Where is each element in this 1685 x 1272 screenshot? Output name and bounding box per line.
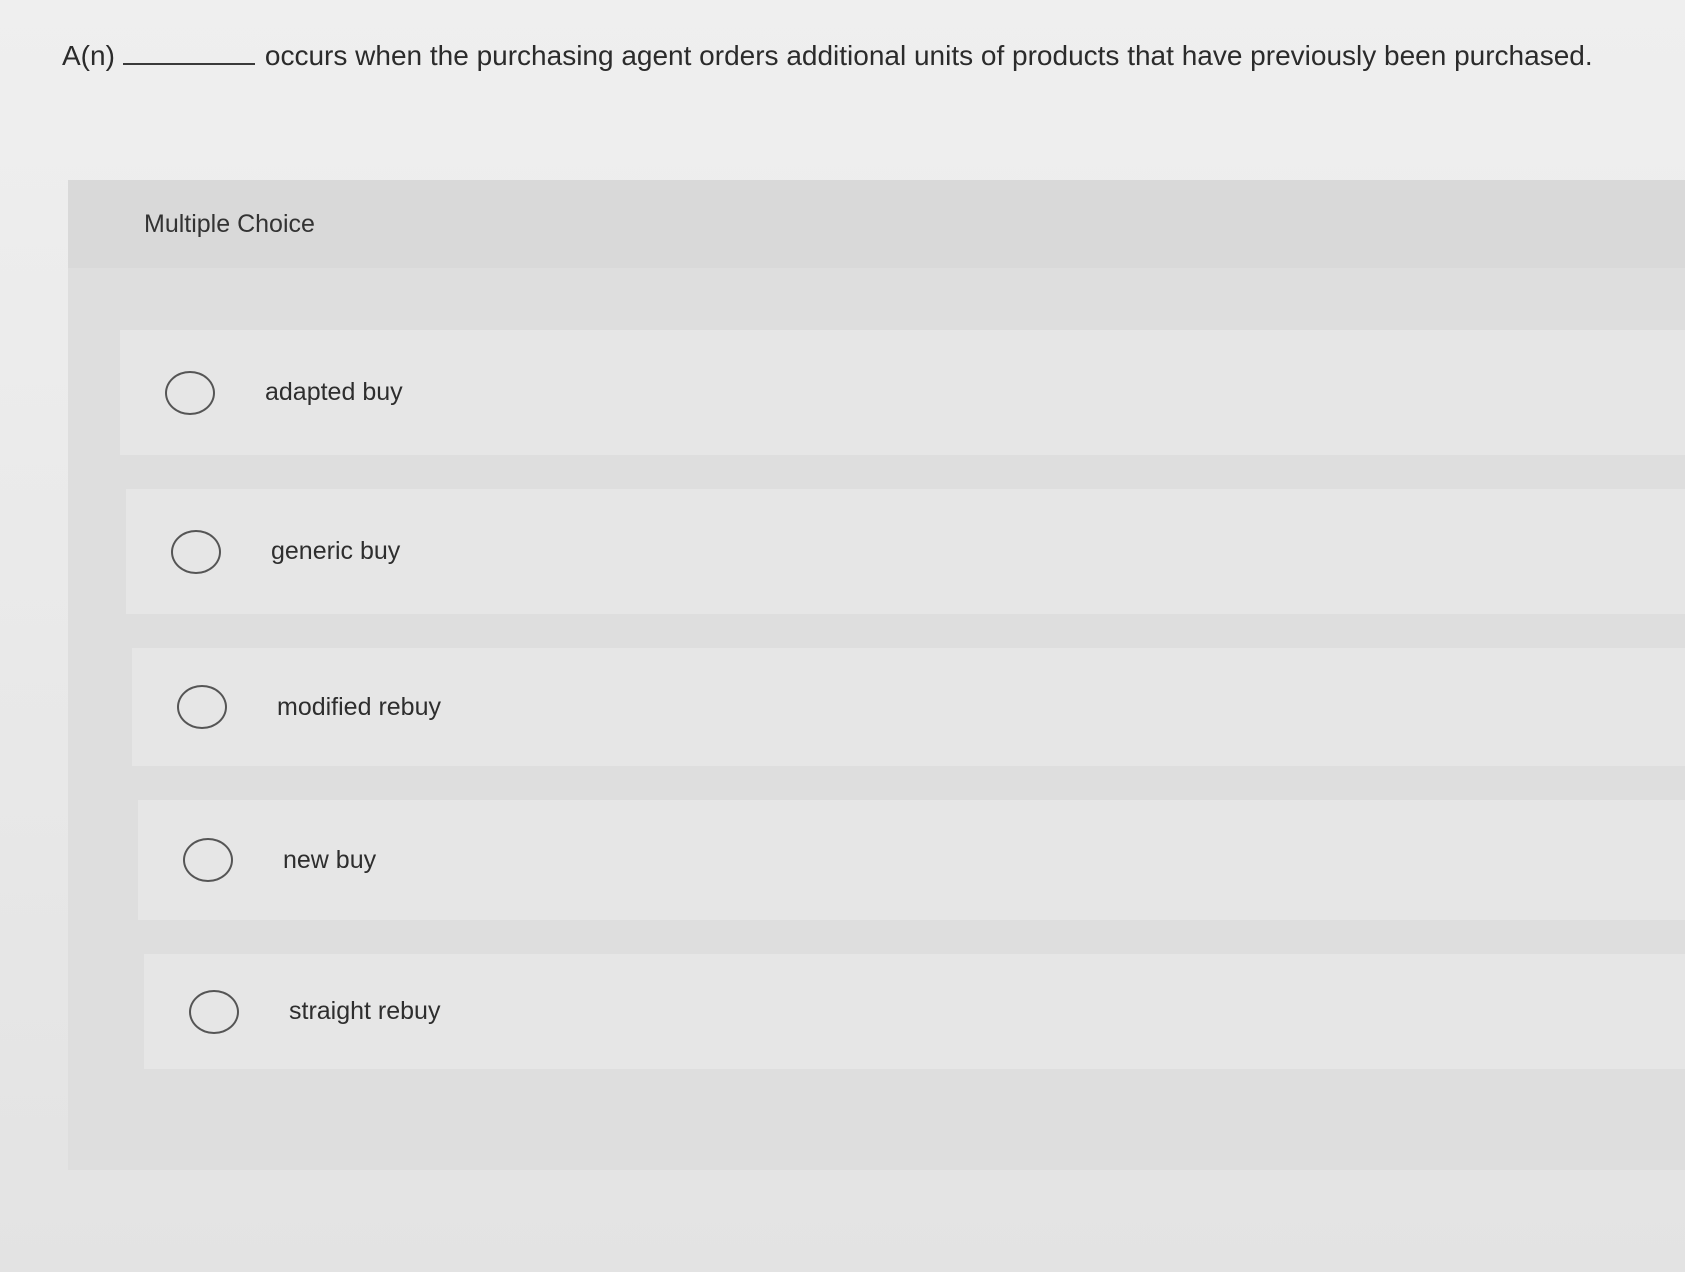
question-prefix: A(n) (62, 40, 115, 71)
option-modified-rebuy[interactable]: modified rebuy (132, 648, 1685, 766)
question-text: occurs when the purchasing agent orders … (264, 40, 1593, 71)
option-straight-rebuy[interactable]: straight rebuy (144, 954, 1685, 1069)
multiple-choice-panel: Multiple Choice adapted buy generic buy … (68, 180, 1685, 1170)
option-label: straight rebuy (289, 997, 441, 1025)
option-adapted-buy[interactable]: adapted buy (120, 330, 1685, 455)
radio-button[interactable] (171, 529, 221, 574)
multiple-choice-header: Multiple Choice (68, 180, 1685, 268)
option-label: adapted buy (265, 378, 403, 406)
radio-button[interactable] (177, 685, 227, 729)
question-prompt: A(n) occurs when the purchasing agent or… (62, 38, 1662, 74)
radio-button[interactable] (183, 838, 233, 882)
option-label: modified rebuy (277, 692, 441, 721)
radio-button[interactable] (165, 370, 215, 415)
answer-options: adapted buy generic buy modified rebuy n… (120, 330, 1685, 1103)
option-label: new buy (283, 845, 377, 874)
multiple-choice-title: Multiple Choice (144, 210, 315, 238)
answer-blank (122, 43, 255, 65)
option-label: generic buy (271, 537, 401, 565)
quiz-page: A(n) occurs when the purchasing agent or… (0, 0, 1685, 1272)
radio-button[interactable] (189, 989, 239, 1034)
option-generic-buy[interactable]: generic buy (126, 489, 1685, 614)
option-new-buy[interactable]: new buy (138, 800, 1685, 920)
